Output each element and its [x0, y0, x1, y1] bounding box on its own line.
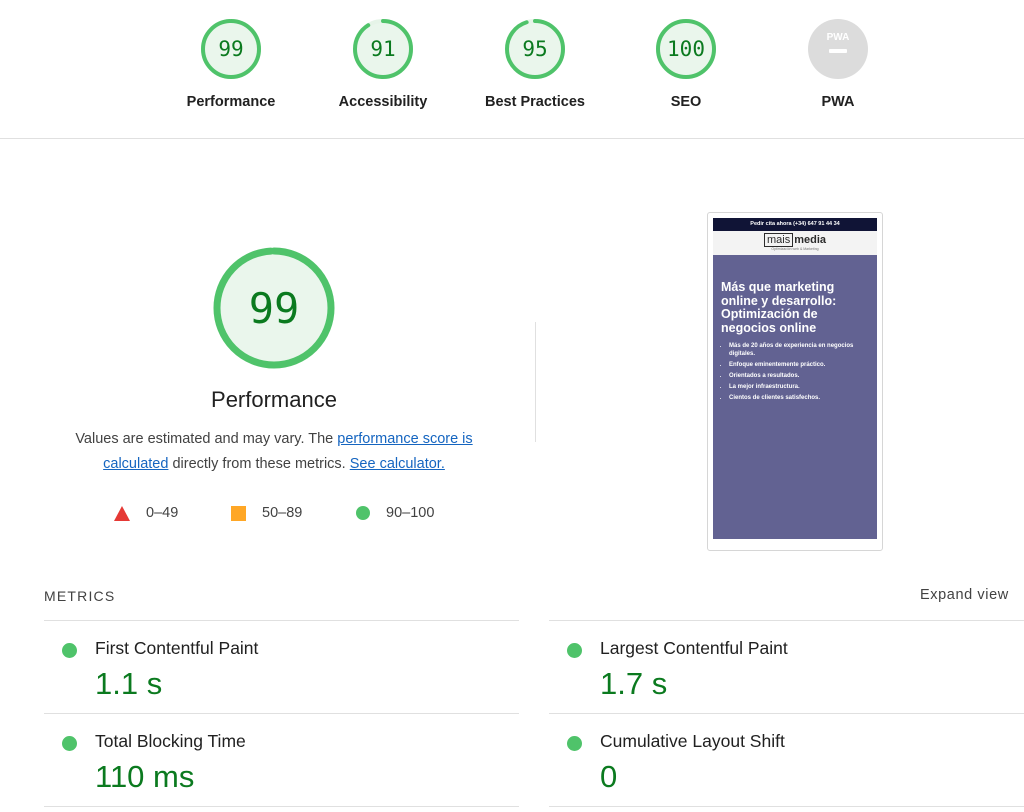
- gauge-label: PWA: [821, 94, 855, 110]
- metric-cumulative-layout-shift: Cumulative Layout Shift 0: [549, 714, 1019, 804]
- metric-name: First Contentful Paint: [95, 638, 259, 658]
- expand-view-toggle[interactable]: Expand view: [920, 587, 1009, 603]
- divider: [549, 806, 1024, 807]
- gauge-score: 95: [522, 37, 547, 61]
- list-item: Orientados a resultados.: [729, 372, 869, 380]
- logo-text: media: [794, 234, 827, 246]
- pwa-badge-icon: PWA: [808, 19, 868, 79]
- divider: [535, 322, 536, 442]
- pass-circle-icon: [62, 643, 77, 658]
- gauge-accessibility[interactable]: 91 Accessibility: [323, 18, 443, 110]
- preview-hero: Más que marketing online y desarrollo: O…: [713, 255, 877, 539]
- preview-hero-title: Más que marketing online y desarrollo: O…: [721, 280, 837, 335]
- preview-header: mais media Optimización web & Marketing: [713, 231, 877, 255]
- see-calculator-link[interactable]: See calculator.: [350, 456, 445, 472]
- circle-icon: [356, 506, 370, 520]
- dash-icon: [829, 49, 847, 53]
- gauge-seo[interactable]: 100 SEO: [626, 18, 746, 110]
- divider: [44, 806, 519, 807]
- triangle-icon: [114, 505, 130, 521]
- gauge-best-practices[interactable]: 95 Best Practices: [475, 18, 595, 110]
- gauge-label: SEO: [670, 94, 702, 110]
- metric-name: Largest Contentful Paint: [600, 638, 788, 658]
- metric-value: 110 ms: [95, 759, 195, 794]
- gauge-ring: 100: [656, 19, 716, 79]
- legend-pass: 90–100: [356, 503, 434, 523]
- preview-top-bar: Pedir cita ahora (+34) 647 91 44 34: [713, 218, 877, 231]
- metric-name: Total Blocking Time: [95, 731, 246, 751]
- metric-value: 0: [600, 759, 618, 794]
- gauge-label: Accessibility: [338, 94, 428, 110]
- legend-average: 50–89: [231, 503, 302, 523]
- preview-logo: mais media: [763, 233, 827, 247]
- pass-circle-icon: [62, 736, 77, 751]
- metric-total-blocking-time: Total Blocking Time 110 ms: [44, 714, 514, 804]
- list-item: Enfoque eminentemente práctico.: [729, 361, 869, 369]
- gauge-score: 91: [370, 37, 395, 61]
- logo-box: mais: [763, 233, 794, 247]
- legend-range: 50–89: [262, 505, 303, 521]
- gauge-ring: 95: [505, 19, 565, 79]
- gauge-label: Performance: [186, 94, 276, 110]
- description-text: Values are estimated and may vary. The: [75, 431, 338, 447]
- metric-value: 1.1 s: [95, 666, 163, 701]
- list-item: Más de 20 años de experiencia en negocio…: [729, 342, 869, 358]
- pwa-badge-text: PWA: [827, 32, 850, 43]
- gauge-score: 100: [667, 37, 705, 61]
- performance-gauge-ring: 99: [213, 247, 335, 369]
- pass-circle-icon: [567, 736, 582, 751]
- preview-tagline: Optimización web & Marketing: [771, 247, 819, 251]
- legend-range: 0–49: [146, 505, 179, 521]
- preview-bullet-list: Más de 20 años de experiencia en negocio…: [721, 342, 869, 402]
- metric-first-contentful-paint: First Contentful Paint 1.1 s: [44, 621, 514, 711]
- gauge-score: 99: [218, 37, 243, 61]
- legend-fail: 0–49: [114, 503, 178, 523]
- pass-circle-icon: [567, 643, 582, 658]
- gauge-label: Best Practices: [485, 94, 585, 110]
- gauge-ring: 91: [353, 19, 413, 79]
- square-icon: [231, 505, 246, 521]
- performance-gauge: 99: [212, 246, 336, 375]
- metric-value: 1.7 s: [600, 666, 668, 701]
- category-summary-bar: 99 Performance 91 Accessibility 95 Best …: [0, 0, 1024, 139]
- final-screenshot[interactable]: Pedir cita ahora (+34) 647 91 44 34 mais…: [707, 212, 883, 551]
- gauge-pwa[interactable]: PWA PWA: [778, 18, 898, 110]
- performance-description: Values are estimated and may vary. The p…: [54, 427, 494, 477]
- metric-name: Cumulative Layout Shift: [600, 731, 785, 751]
- list-item: Cientos de clientes satisfechos.: [729, 394, 869, 402]
- gauge-ring: 99: [201, 19, 261, 79]
- performance-title: Performance: [211, 387, 337, 412]
- description-text: directly from these metrics.: [168, 456, 350, 472]
- performance-score: 99: [249, 284, 300, 333]
- metrics-heading: METRICS: [44, 588, 116, 604]
- legend-range: 90–100: [386, 505, 435, 521]
- list-item: La mejor infraestructura.: [729, 383, 869, 391]
- score-legend: 0–49 50–89 90–100: [0, 503, 560, 523]
- metric-largest-contentful-paint: Largest Contentful Paint 1.7 s: [549, 621, 1019, 711]
- gauge-performance[interactable]: 99 Performance: [171, 18, 291, 110]
